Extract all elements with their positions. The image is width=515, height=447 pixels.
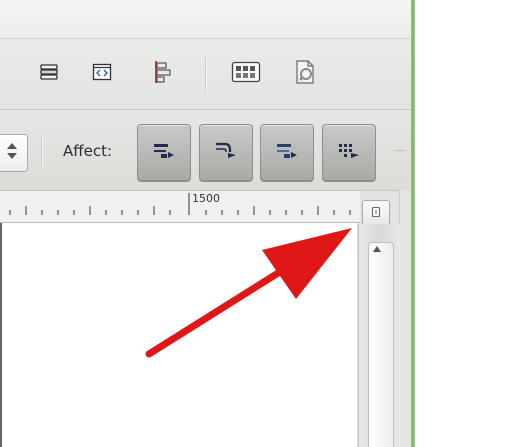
align-distribute-icon <box>150 60 172 88</box>
ruler-ticks <box>9 193 351 215</box>
window-edge <box>411 0 415 447</box>
gradient-icon <box>276 142 298 164</box>
scrollbar-thumb[interactable] <box>368 242 394 447</box>
lock-icon <box>369 204 383 223</box>
move-gradients-button[interactable] <box>260 124 314 182</box>
lock-guides-button[interactable] <box>362 200 390 226</box>
pattern-icon <box>338 142 360 164</box>
scale-stroke-icon <box>153 142 175 164</box>
layers-button[interactable] <box>34 59 64 89</box>
scroll-up-arrow-icon[interactable] <box>373 246 381 252</box>
drawing-canvas[interactable] <box>0 223 357 447</box>
ruler-label: 1500 <box>192 192 220 205</box>
document-properties-icon <box>293 59 317 89</box>
spin-arrows-icon <box>6 140 18 166</box>
affect-label: Affect: <box>63 142 113 160</box>
document-properties-button[interactable] <box>290 59 320 89</box>
scale-rounded-corners-button[interactable] <box>199 124 253 182</box>
controls-separator <box>41 136 42 170</box>
commands-toolbar <box>0 39 411 110</box>
scale-stroke-width-button[interactable] <box>137 124 191 182</box>
menu-strip <box>0 0 411 39</box>
spinbutton[interactable] <box>0 134 28 172</box>
move-patterns-button[interactable] <box>322 124 376 182</box>
xml-editor-icon <box>91 61 113 87</box>
app-window: Affect: 1500 <box>0 0 411 447</box>
rounded-corners-icon <box>215 142 237 164</box>
layers-icon <box>38 61 60 87</box>
overflow-separator <box>395 150 405 151</box>
object-properties-button[interactable] <box>228 59 264 89</box>
toolbar-separator <box>205 57 206 91</box>
vertical-scrollbar[interactable] <box>358 224 400 447</box>
xml-editor-button[interactable] <box>87 59 117 89</box>
object-properties-icon <box>231 60 261 88</box>
horizontal-ruler[interactable] <box>0 191 360 223</box>
panel-edge <box>399 190 411 447</box>
align-distribute-button[interactable] <box>146 59 176 89</box>
